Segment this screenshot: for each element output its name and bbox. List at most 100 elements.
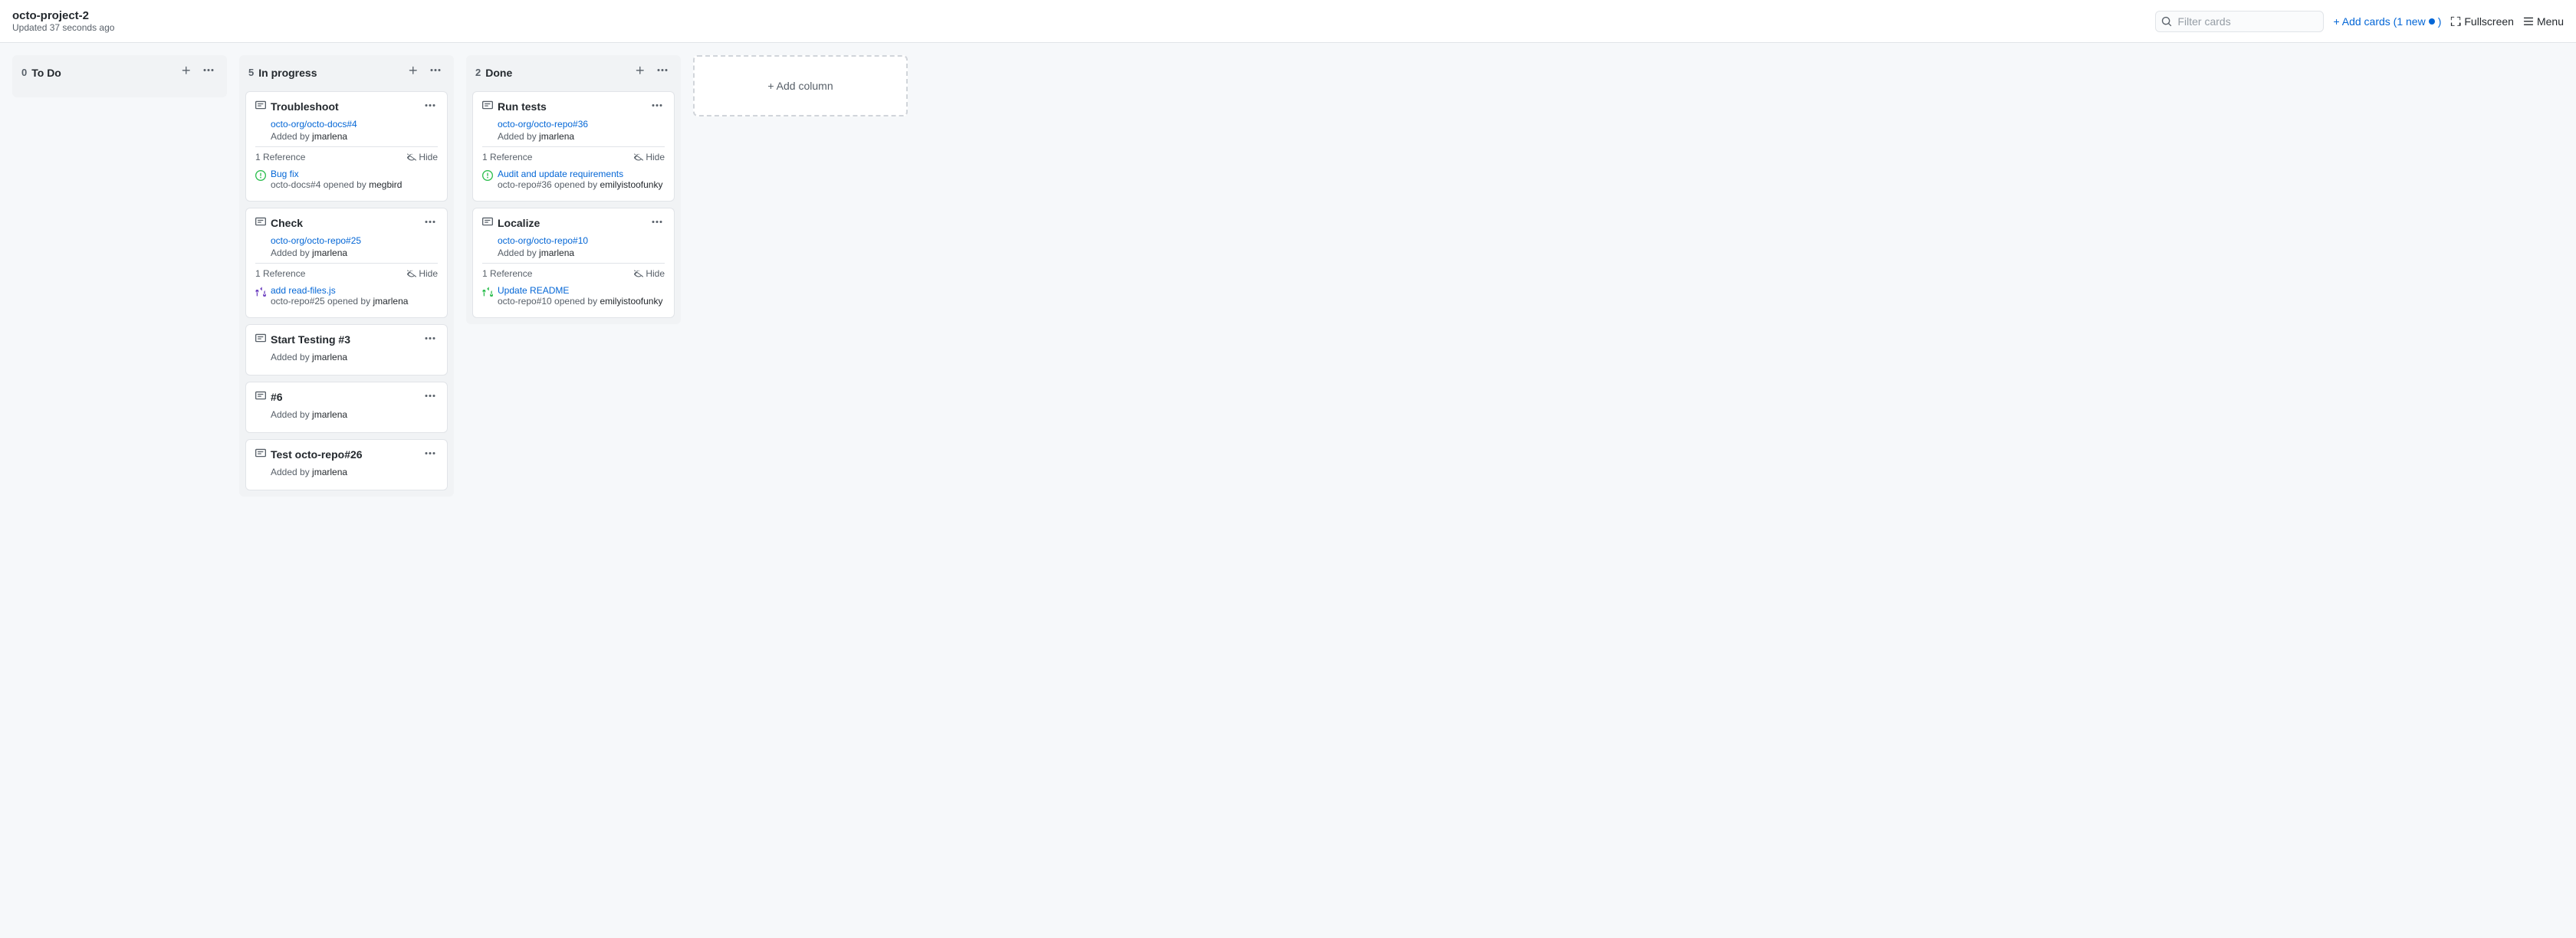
card-c2: Check octo-org/octo-repo#25 Added by jma…	[245, 208, 448, 318]
card-type-icon	[482, 216, 493, 229]
column-title: Done	[485, 67, 627, 79]
more-icon[interactable]	[656, 64, 669, 77]
card-c1: Troubleshoot octo-org/octo-docs#4 Added …	[245, 91, 448, 202]
menu-icon	[2523, 16, 2534, 27]
note-icon	[482, 100, 493, 110]
search-icon	[2161, 16, 2172, 27]
hide-icon	[407, 153, 416, 162]
card-title-row: Start Testing #3	[255, 333, 422, 348]
card-added: Added by jmarlena	[271, 131, 438, 142]
add-column-button[interactable]: + Add column	[693, 55, 908, 116]
reference-bar: 1 Reference Hide	[255, 146, 438, 166]
card-more-button[interactable]	[422, 216, 438, 232]
add-card-icon[interactable]	[635, 65, 646, 76]
menu-button[interactable]: Menu	[2523, 15, 2564, 28]
card-title: Run tests	[498, 100, 649, 115]
more-icon[interactable]	[424, 100, 436, 112]
updated-text: Updated 37 seconds ago	[12, 22, 114, 33]
add-card-icon[interactable]	[408, 65, 419, 76]
add-card-button[interactable]	[405, 64, 422, 81]
more-icon[interactable]	[651, 216, 663, 228]
more-icon[interactable]	[424, 333, 436, 345]
card-title: Test octo-repo#26	[271, 448, 422, 463]
ref-item-icon	[255, 170, 266, 183]
card-added-user: jmarlena	[539, 131, 574, 142]
hide-button[interactable]: Hide	[407, 152, 438, 162]
menu-label: Menu	[2537, 15, 2564, 28]
header: octo-project-2 Updated 37 seconds ago + …	[0, 0, 2576, 43]
card-header: Localize	[482, 216, 665, 232]
fullscreen-button[interactable]: Fullscreen	[2450, 15, 2514, 28]
hide-button[interactable]: Hide	[407, 268, 438, 279]
filter-input-wrap	[2155, 11, 2324, 32]
reference-bar: 1 Reference Hide	[482, 146, 665, 166]
ref-item-title[interactable]: Bug fix	[271, 169, 438, 179]
card-more-button[interactable]	[649, 216, 665, 232]
more-icon[interactable]	[429, 64, 442, 77]
column-actions	[405, 63, 445, 82]
card-type-icon	[255, 216, 266, 229]
ref-item-sub: octo-repo#10 opened by emilyistoofunky	[498, 296, 665, 307]
add-cards-button[interactable]: + Add cards (1 new)	[2333, 15, 2441, 28]
ref-item-user: emilyistoofunky	[600, 179, 662, 190]
ref-item-title[interactable]: add read-files.js	[271, 285, 438, 296]
ref-item-icon	[255, 287, 266, 300]
add-card-button[interactable]	[178, 64, 195, 81]
card-link[interactable]: octo-org/octo-repo#36	[498, 119, 665, 130]
card-more-button[interactable]	[422, 333, 438, 349]
more-icon[interactable]	[424, 448, 436, 460]
column-actions	[632, 63, 672, 82]
card-header: Check	[255, 216, 438, 232]
card-link[interactable]: octo-org/octo-repo#10	[498, 235, 665, 246]
card-link[interactable]: octo-org/octo-repo#25	[271, 235, 438, 246]
open-issue-icon	[255, 170, 266, 181]
card-title: Troubleshoot	[271, 100, 422, 115]
card-more-button[interactable]	[422, 448, 438, 464]
ref-item-content: add read-files.js octo-repo#25 opened by…	[271, 285, 438, 307]
add-card-button[interactable]	[632, 64, 649, 81]
more-icon[interactable]	[651, 100, 663, 112]
reference-count: 1 Reference	[482, 268, 532, 279]
reference-bar: 1 Reference Hide	[482, 263, 665, 282]
card-added: Added by jmarlena	[271, 409, 438, 420]
card-title: Check	[271, 216, 422, 231]
column-more-button[interactable]	[653, 63, 672, 82]
hide-icon	[634, 153, 643, 162]
more-icon[interactable]	[424, 216, 436, 228]
card-header: Run tests	[482, 100, 665, 116]
ref-item-title[interactable]: Audit and update requirements	[498, 169, 665, 179]
card-title-row: #6	[255, 390, 422, 405]
card-added-user: jmarlena	[312, 131, 347, 142]
ref-item-user: megbird	[369, 179, 402, 190]
card-more-button[interactable]	[649, 100, 665, 116]
more-icon[interactable]	[424, 390, 436, 402]
card-added-user: jmarlena	[312, 352, 347, 362]
column-todo: 0 To Do	[12, 55, 227, 97]
ref-item-icon	[482, 287, 493, 300]
reference-count: 1 Reference	[255, 268, 305, 279]
card-more-button[interactable]	[422, 100, 438, 116]
column-actions	[178, 63, 218, 82]
add-card-icon[interactable]	[181, 65, 192, 76]
hide-button[interactable]: Hide	[634, 152, 665, 162]
reference-bar: 1 Reference Hide	[255, 263, 438, 282]
card-title-row: Test octo-repo#26	[255, 448, 422, 463]
hide-icon	[634, 269, 643, 278]
card-c5: Test octo-repo#26 Added by jmarlena	[245, 439, 448, 490]
more-icon[interactable]	[202, 64, 215, 77]
ref-item-title[interactable]: Update README	[498, 285, 665, 296]
card-type-icon	[255, 333, 266, 346]
board: 0 To Do 5 In progress	[0, 43, 2576, 938]
ref-item-user: jmarlena	[373, 296, 408, 307]
hide-button[interactable]: Hide	[634, 268, 665, 279]
column-more-button[interactable]	[426, 63, 445, 82]
filter-input[interactable]	[2155, 11, 2324, 32]
column-more-button[interactable]	[199, 63, 218, 82]
card-more-button[interactable]	[422, 390, 438, 406]
card-added-user: jmarlena	[312, 467, 347, 477]
ref-item: add read-files.js octo-repo#25 opened by…	[255, 282, 438, 310]
column-body: Run tests octo-org/octo-repo#36 Added by…	[466, 88, 681, 324]
card-link[interactable]: octo-org/octo-docs#4	[271, 119, 438, 130]
card-added: Added by jmarlena	[498, 131, 665, 142]
card-d1: Run tests octo-org/octo-repo#36 Added by…	[472, 91, 675, 202]
